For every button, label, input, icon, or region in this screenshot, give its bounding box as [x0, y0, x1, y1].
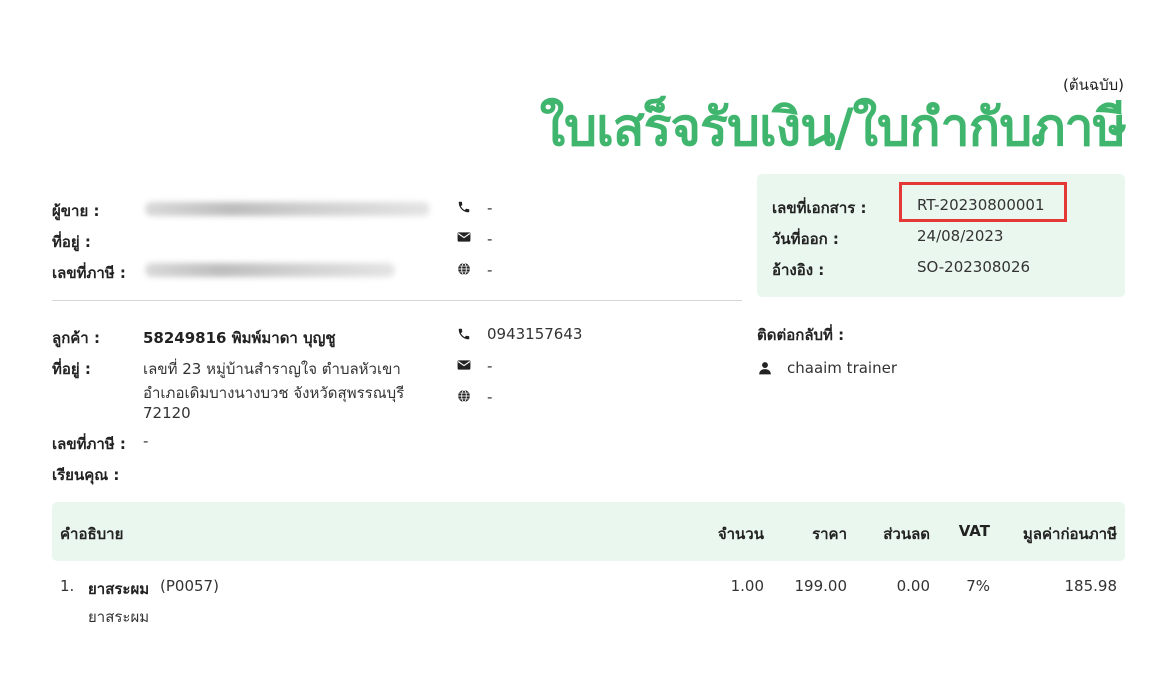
customer-address-line1: เลขที่ 23 หมู่บ้านสำราญใจ ตำบลหัวเขา: [143, 360, 401, 378]
customer-website: -: [487, 388, 493, 406]
customer-name: 58249816 พิมพ์มาดา บุญชู: [143, 329, 336, 347]
customer-tax-label: เลขที่ภาษี :: [52, 435, 126, 453]
phone-icon: [456, 200, 472, 216]
seller-address-label: ที่อยู่ :: [52, 233, 91, 251]
receipt-page: (ต้นฉบับ) ใบเสร็จรับเงิน/ใบกำกับภาษี ผู้…: [0, 0, 1172, 697]
contact-label: ติดต่อกลับที่ :: [757, 326, 845, 344]
col-amount: มูลค่าก่อนภาษี: [1022, 525, 1117, 543]
seller-email: -: [487, 230, 493, 248]
user-icon: [757, 361, 773, 377]
document-title: ใบเสร็จรับเงิน/ใบกำกับภาษี: [539, 98, 1127, 158]
seller-name-redacted: [145, 202, 430, 216]
seller-phone: -: [487, 199, 493, 217]
row-index: 1.: [60, 577, 75, 595]
envelope-icon: [456, 231, 472, 247]
col-qty: จำนวน: [717, 525, 764, 543]
row-product-subtitle: ยาสระผม: [88, 608, 150, 626]
seller-label: ผู้ขาย :: [52, 202, 100, 220]
col-vat: VAT: [958, 522, 990, 540]
customer-phone: 0943157643: [487, 325, 583, 343]
globe-icon: [456, 262, 472, 278]
row-product-code: (P0057): [160, 577, 219, 595]
ref-label: อ้างอิง :: [772, 261, 825, 279]
customer-address-line3: 72120: [143, 404, 191, 422]
col-description: คำอธิบาย: [60, 525, 124, 543]
date-value: 24/08/2023: [917, 227, 1004, 245]
customer-address-label: ที่อยู่ :: [52, 360, 91, 378]
ref-value: SO-202308026: [917, 258, 1031, 276]
customer-email: -: [487, 357, 493, 375]
row-amount: 185.98: [1064, 577, 1118, 595]
customer-tax-value: -: [143, 432, 149, 450]
col-discount: ส่วนลด: [883, 525, 930, 543]
date-label: วันที่ออก :: [772, 230, 839, 248]
row-vat: 7%: [966, 577, 990, 595]
customer-address-line2: อำเภอเดิมบางนางบวช จังหวัดสุพรรณบุรี: [143, 384, 405, 402]
attn-label: เรียนคุณ :: [52, 466, 120, 484]
envelope-icon: [456, 359, 472, 375]
row-price: 199.00: [794, 577, 848, 595]
seller-website: -: [487, 261, 493, 279]
col-price: ราคา: [812, 525, 847, 543]
seller-tax-label: เลขที่ภาษี :: [52, 264, 126, 282]
customer-label: ลูกค้า :: [52, 329, 100, 347]
row-product-name: ยาสระผม: [88, 580, 150, 598]
contact-name: chaaim trainer: [787, 359, 897, 377]
phone-icon: [456, 327, 472, 343]
row-qty: 1.00: [730, 577, 764, 595]
doc-no-highlight: [899, 182, 1067, 222]
doc-no-label: เลขที่เอกสาร :: [772, 199, 867, 217]
section-divider: [52, 300, 742, 301]
globe-icon: [456, 389, 472, 405]
seller-tax-redacted: [145, 263, 395, 277]
row-discount: 0.00: [896, 577, 930, 595]
